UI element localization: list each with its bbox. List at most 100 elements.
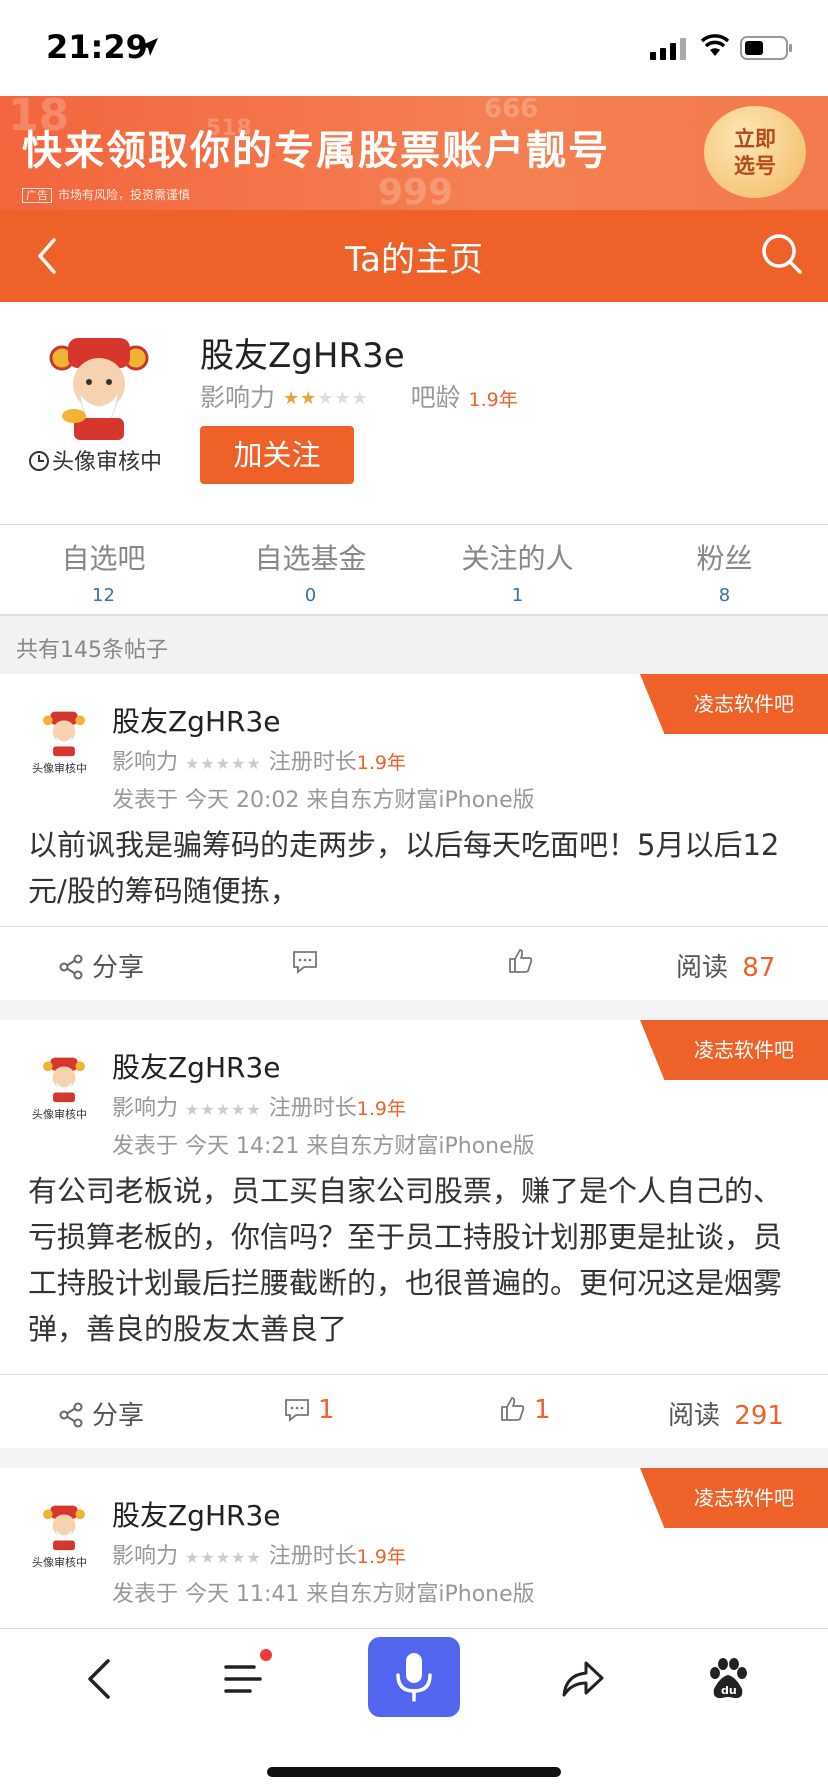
location-icon [140, 38, 158, 56]
ad-banner[interactable]: 18 518 666 999 快来领取你的专属股票账户靓号 广告 市场有风险，投资… [0, 96, 828, 210]
post-actions: 分享 1 1 阅读 291 [0, 1374, 828, 1448]
reg-label: 注册时长 [268, 1096, 357, 1121]
post-bar-tag[interactable]: 凌志软件吧 [640, 1020, 828, 1080]
profile-stats: 自选吧 12 自选基金 0 关注的人 1 粉丝 8 [0, 524, 828, 616]
bar-age-label: 吧龄 [410, 383, 461, 412]
thumbs-up-icon [509, 949, 533, 973]
comment-icon [293, 951, 317, 974]
voice-button[interactable] [368, 1637, 460, 1717]
menu-icon[interactable] [224, 1663, 264, 1695]
post-content[interactable]: 以前讽我是骗筹码的走两步，以后每天吃面吧！5月以后12元/股的筹码随便拣， [28, 822, 800, 914]
stat-fans[interactable]: 粉丝 8 [621, 537, 828, 606]
like-button[interactable] [508, 947, 542, 977]
influence-label: 影响力 [200, 383, 276, 412]
post-author[interactable]: 股友ZgHR3e [112, 1046, 281, 1086]
bar-age-value: 1.9年 [468, 389, 518, 411]
like-count: 1 [534, 1395, 551, 1425]
share-icon[interactable] [560, 1659, 606, 1699]
influence-stars: ★★★★★ [185, 1100, 262, 1119]
post-actions: 分享 阅读 87 [0, 926, 828, 1000]
stat-watch-bars[interactable]: 自选吧 12 [0, 537, 207, 606]
post-avatar[interactable] [40, 1502, 88, 1552]
thumbs-up-icon [501, 1397, 525, 1421]
stat-following[interactable]: 关注的人 1 [414, 537, 621, 606]
ad-tag-text: 市场有风险，投资需谨慎 [58, 188, 191, 202]
post-avatar-status: 头像审核中 [32, 762, 87, 775]
reg-label: 注册时长 [268, 1544, 357, 1569]
share-button[interactable]: 分享 [58, 1395, 144, 1432]
like-button[interactable]: 1 [500, 1395, 551, 1425]
avatar-status: 头像审核中 [28, 444, 162, 476]
comment-icon [285, 1399, 309, 1422]
stat-label: 自选吧 [61, 542, 146, 575]
post-author-meta: 影响力 ★★★★★ 注册时长1.9年 [112, 1538, 406, 1570]
search-icon[interactable] [760, 232, 804, 276]
read-label: 阅读 [668, 1401, 721, 1431]
page-title: Ta的主页 [345, 240, 483, 280]
bottom-toolbar: du [0, 1628, 828, 1792]
baidu-icon[interactable]: du [706, 1657, 750, 1701]
username: 股友ZgHR3e [200, 336, 405, 376]
ad-deco-number: 999 [378, 172, 454, 210]
influence-stars: ★★★★★ [282, 388, 369, 409]
svg-text:du: du [721, 1684, 737, 1697]
post-avatar-status: 头像审核中 [32, 1108, 87, 1121]
avatar[interactable] [44, 332, 154, 442]
ad-tag-box: 广告 [22, 188, 52, 203]
profile-card: 头像审核中 股友ZgHR3e 影响力 ★★★★★ 吧龄 1.9年 加关注 [0, 302, 828, 524]
post-separator [0, 1448, 828, 1468]
back-icon[interactable] [84, 1657, 112, 1701]
post-author-meta: 影响力 ★★★★★ 注册时长1.9年 [112, 1090, 406, 1122]
status-bar: 21:29 [0, 0, 828, 96]
post-time: 发表于 今天 14:21 来自东方财富iPhone版 [112, 1134, 535, 1159]
cell-signal-icon [650, 38, 686, 60]
stat-value: 12 [92, 585, 115, 606]
read-count: 阅读 87 [676, 947, 775, 984]
post-author[interactable]: 股友ZgHR3e [112, 1494, 281, 1534]
ad-select-number-button[interactable]: 立即 选号 [704, 106, 806, 198]
post-avatar[interactable] [40, 1054, 88, 1104]
influence-label: 影响力 [112, 1544, 179, 1569]
comment-count: 1 [318, 1395, 335, 1425]
post-bar-tag[interactable]: 凌志软件吧 [640, 674, 828, 734]
share-button[interactable]: 分享 [58, 947, 144, 984]
share-icon [59, 954, 83, 980]
read-label: 阅读 [676, 953, 729, 983]
post-content[interactable]: 有公司老板说，员工买自家公司股票，赚了是个人自己的、亏损算老板的，你信吗？至于员… [28, 1168, 800, 1352]
post-bar-tag[interactable]: 凌志软件吧 [640, 1468, 828, 1528]
share-icon [59, 1402, 83, 1428]
battery-icon [740, 36, 792, 60]
influence-label: 影响力 [112, 750, 179, 775]
post-card[interactable]: 凌志软件吧 头像审核中 股友ZgHR3e 影响力 ★★★★★ 注册时长1.9年 … [0, 674, 828, 1000]
post-separator [0, 1000, 828, 1020]
stat-label: 自选基金 [254, 542, 367, 575]
stat-label: 粉丝 [696, 542, 753, 575]
post-avatar[interactable] [40, 708, 88, 758]
reg-label: 注册时长 [268, 750, 357, 775]
stat-label: 关注的人 [461, 542, 574, 575]
post-author-meta: 影响力 ★★★★★ 注册时长1.9年 [112, 744, 406, 776]
ad-button-line2: 选号 [734, 154, 776, 178]
reg-value: 1.9年 [356, 1098, 406, 1120]
stat-value: 0 [304, 585, 317, 606]
share-label: 分享 [92, 1401, 145, 1431]
mic-icon [396, 1653, 432, 1702]
post-author[interactable]: 股友ZgHR3e [112, 700, 281, 740]
ad-button-line1: 立即 [734, 127, 776, 151]
influence-label: 影响力 [112, 1096, 179, 1121]
home-indicator [267, 1767, 561, 1777]
notification-dot [260, 1649, 272, 1661]
ad-title: 快来领取你的专属股票账户靓号 [22, 128, 610, 174]
post-card[interactable]: 凌志软件吧 头像审核中 股友ZgHR3e 影响力 ★★★★★ 注册时长1.9年 … [0, 1020, 828, 1448]
stat-value: 1 [511, 585, 524, 606]
stat-watch-funds[interactable]: 自选基金 0 [207, 537, 414, 606]
share-label: 分享 [92, 953, 145, 983]
profile-meta: 影响力 ★★★★★ 吧龄 1.9年 [200, 378, 518, 414]
follow-button[interactable]: 加关注 [200, 426, 354, 484]
post-card[interactable]: 凌志软件吧 头像审核中 股友ZgHR3e 影响力 ★★★★★ 注册时长1.9年 … [0, 1468, 828, 1628]
comment-button[interactable] [292, 947, 326, 977]
clock-icon [29, 451, 49, 471]
post-count: 共有145条帖子 [0, 616, 828, 674]
comment-button[interactable]: 1 [284, 1395, 335, 1425]
read-value: 87 [742, 953, 776, 983]
